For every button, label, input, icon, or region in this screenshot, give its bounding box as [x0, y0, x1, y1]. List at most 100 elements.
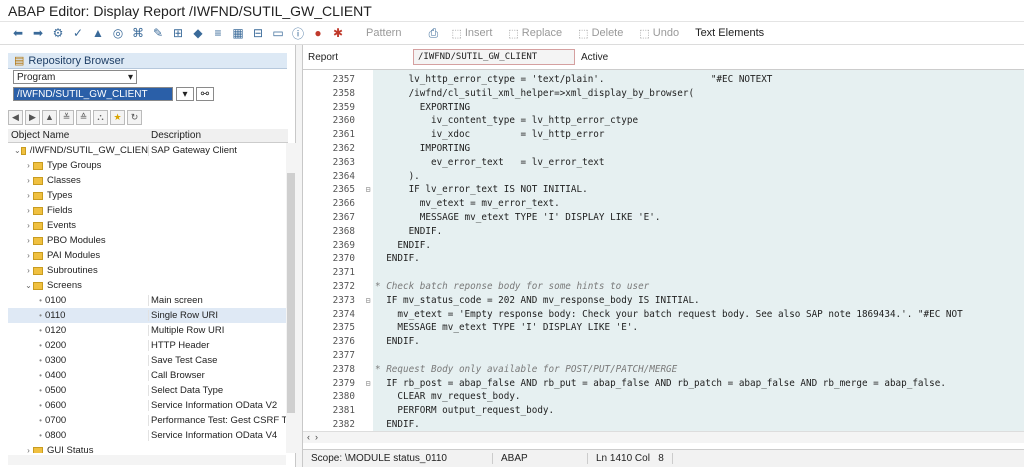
- undo-button[interactable]: ⬚ Undo: [639, 27, 679, 40]
- chevron-right-icon[interactable]: ›: [24, 176, 33, 185]
- object-list-icon[interactable]: ≡: [208, 24, 228, 42]
- tree-item[interactable]: • 0100 Main screen: [8, 293, 286, 308]
- tree-item[interactable]: • 0800 Service Information OData V4: [8, 428, 286, 443]
- test-icon[interactable]: ◎: [108, 24, 128, 42]
- chevron-right-icon[interactable]: ›: [24, 221, 33, 230]
- fold-marker-icon[interactable]: [364, 100, 372, 115]
- tree-item[interactable]: ⌄ Screens: [8, 278, 286, 293]
- fold-marker-icon[interactable]: ⊟: [364, 182, 372, 197]
- fold-marker-icon[interactable]: [364, 348, 372, 363]
- chevron-right-icon[interactable]: ›: [24, 446, 33, 453]
- debug-icon[interactable]: ✱: [328, 24, 348, 42]
- chevron-right-icon[interactable]: ›: [24, 191, 33, 200]
- tree-item-selected[interactable]: • 0110 Single Row URI: [8, 308, 286, 323]
- dropdown-button[interactable]: ▾: [176, 87, 194, 101]
- fold-marker-icon[interactable]: [364, 196, 372, 211]
- code-editor[interactable]: 2357 lv_http_error_ctype = 'text/plain'.…: [303, 70, 1024, 431]
- fold-marker-icon[interactable]: [364, 307, 372, 322]
- other-object-icon[interactable]: ⚙: [48, 24, 68, 42]
- chevron-left-icon[interactable]: ‹: [307, 432, 310, 442]
- text-elements-button[interactable]: Text Elements: [695, 27, 764, 39]
- fold-marker-icon[interactable]: [364, 169, 372, 184]
- report-name-field[interactable]: /IWFND/SUTIL_GW_CLIENT: [413, 49, 575, 65]
- fold-marker-icon[interactable]: [364, 279, 372, 294]
- scroll-thumb[interactable]: [287, 173, 295, 413]
- tree-hscrollbar[interactable]: [8, 455, 286, 465]
- fold-marker-icon[interactable]: [364, 210, 372, 225]
- fold-marker-icon[interactable]: [364, 238, 372, 253]
- insert-icon[interactable]: ⊞: [168, 24, 188, 42]
- tree-item[interactable]: • 0200 HTTP Header: [8, 338, 286, 353]
- tree-item[interactable]: • 0400 Call Browser: [8, 368, 286, 383]
- tree-item[interactable]: › Classes: [8, 173, 286, 188]
- fold-marker-icon[interactable]: [364, 86, 372, 101]
- favorites-icon[interactable]: ★: [110, 109, 125, 125]
- tree-item[interactable]: › Type Groups: [8, 158, 286, 173]
- chevron-right-icon[interactable]: ›: [315, 432, 318, 442]
- tree-item[interactable]: • 0120 Multiple Row URI: [8, 323, 286, 338]
- fold-marker-icon[interactable]: [364, 320, 372, 335]
- fold-marker-icon[interactable]: [364, 251, 372, 266]
- fold-marker-icon[interactable]: ⊟: [364, 376, 372, 391]
- replace-button[interactable]: ⬚ Replace: [508, 27, 562, 40]
- tree-item[interactable]: › PBO Modules: [8, 233, 286, 248]
- fold-marker-icon[interactable]: [364, 362, 372, 377]
- enhance-icon[interactable]: ◆: [188, 24, 208, 42]
- delete-button[interactable]: ⬚ Delete: [578, 27, 623, 40]
- display-button[interactable]: ⚯: [196, 87, 214, 101]
- collapse-icon[interactable]: ≙: [76, 109, 91, 125]
- fold-marker-icon[interactable]: [364, 389, 372, 404]
- fold-marker-icon[interactable]: [364, 334, 372, 349]
- window-icon[interactable]: ▭: [268, 24, 288, 42]
- object-type-select[interactable]: Program ▾: [13, 70, 137, 84]
- fold-marker-icon[interactable]: [364, 403, 372, 418]
- tree-item[interactable]: • 0500 Select Data Type: [8, 383, 286, 398]
- chevron-down-icon[interactable]: ⌄: [24, 281, 33, 290]
- navigation-tree-icon[interactable]: ▦: [228, 24, 248, 42]
- fold-marker-icon[interactable]: ⊟: [364, 293, 372, 308]
- tree-item[interactable]: • 0600 Service Information OData V2: [8, 398, 286, 413]
- fold-marker-icon[interactable]: [364, 417, 372, 431]
- fold-marker-icon[interactable]: [364, 113, 372, 128]
- chevron-right-icon[interactable]: ›: [24, 266, 33, 275]
- navigation-icon[interactable]: ✎: [148, 24, 168, 42]
- forward-icon[interactable]: ▶: [25, 109, 40, 125]
- insert-button[interactable]: ⬚ Insert: [451, 27, 492, 40]
- back-icon[interactable]: ◀: [8, 109, 23, 125]
- code-hscrollbar[interactable]: ‹ ›: [303, 431, 1024, 443]
- fold-marker-icon[interactable]: [364, 141, 372, 156]
- tree-scrollbar[interactable]: [286, 143, 296, 453]
- chevron-right-icon[interactable]: ›: [24, 206, 33, 215]
- where-used-icon[interactable]: ⌘: [128, 24, 148, 42]
- forward-icon[interactable]: ➡: [28, 24, 48, 42]
- refresh-icon[interactable]: ↻: [127, 109, 142, 125]
- tree-item[interactable]: › Fields: [8, 203, 286, 218]
- up-icon[interactable]: ▲: [42, 109, 57, 125]
- chevron-right-icon[interactable]: ›: [24, 251, 33, 260]
- activate-icon[interactable]: ▲: [88, 24, 108, 42]
- fold-marker-icon[interactable]: [364, 265, 372, 280]
- expand-icon[interactable]: ≚: [59, 109, 74, 125]
- check-icon[interactable]: ✓: [68, 24, 88, 42]
- object-name-field[interactable]: /IWFND/SUTIL_GW_CLIENT: [13, 87, 173, 101]
- tree-item[interactable]: • 0700 Performance Test: Gest CSRF To: [8, 413, 286, 428]
- back-icon[interactable]: ⬅: [8, 24, 28, 42]
- info-icon[interactable]: ⓘ: [288, 24, 308, 42]
- chevron-right-icon[interactable]: ›: [24, 236, 33, 245]
- pattern-button[interactable]: Pattern: [366, 27, 401, 39]
- tree-item[interactable]: › PAI Modules: [8, 248, 286, 263]
- breakpoint-icon[interactable]: ●: [308, 24, 328, 42]
- chevron-right-icon[interactable]: ›: [24, 161, 33, 170]
- fold-marker-icon[interactable]: [364, 127, 372, 142]
- fold-marker-icon[interactable]: [364, 72, 372, 87]
- chevron-down-icon[interactable]: ⌄: [14, 146, 21, 155]
- pane-splitter[interactable]: [296, 45, 303, 467]
- print-icon[interactable]: ⎙: [423, 24, 443, 42]
- tree-item[interactable]: • 0300 Save Test Case: [8, 353, 286, 368]
- tree-item[interactable]: › Events: [8, 218, 286, 233]
- fold-marker-icon[interactable]: [364, 155, 372, 170]
- tree-item[interactable]: ⌄ /IWFND/SUTIL_GW_CLIEN SAP Gateway Client: [8, 143, 286, 158]
- column-description[interactable]: Description: [148, 129, 204, 142]
- column-object-name[interactable]: Object Name: [8, 129, 148, 142]
- fold-marker-icon[interactable]: [364, 224, 372, 239]
